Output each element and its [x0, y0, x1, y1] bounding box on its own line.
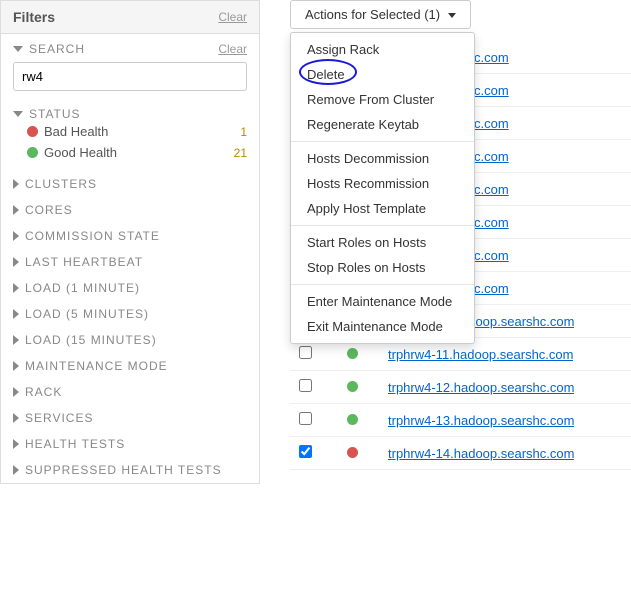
host-link[interactable]: trphrw4-12.hadoop.searshc.com: [388, 380, 574, 395]
filter-section-toggle[interactable]: LOAD (1 MINUTE): [1, 275, 259, 301]
filter-section-toggle[interactable]: LAST HEARTBEAT: [1, 249, 259, 275]
filters-header: Filters Clear: [1, 1, 259, 34]
chevron-right-icon: [13, 179, 19, 189]
chevron-right-icon: [13, 465, 19, 475]
dropdown-item-stop-roles-on-hosts[interactable]: Stop Roles on Hosts: [291, 255, 474, 280]
health-status-icon: [347, 447, 358, 458]
filter-section-label: RACK: [25, 385, 62, 399]
host-link[interactable]: trphrw4-14.hadoop.searshc.com: [388, 446, 574, 461]
chevron-right-icon: [13, 231, 19, 241]
filter-section-label: CORES: [25, 203, 73, 217]
status-item-label: Bad Health: [44, 124, 108, 139]
filter-section-label: MAINTENANCE MODE: [25, 359, 168, 373]
filter-section-toggle[interactable]: CORES: [1, 197, 259, 223]
filter-section-label: LOAD (1 MINUTE): [25, 281, 140, 295]
actions-button-label: Actions for Selected (1): [305, 7, 440, 22]
dropdown-divider: [291, 225, 474, 226]
filter-section-toggle[interactable]: HEALTH TESTS: [1, 431, 259, 457]
health-status-icon: [347, 381, 358, 392]
filter-section-toggle[interactable]: SERVICES: [1, 405, 259, 431]
dropdown-divider: [291, 284, 474, 285]
chevron-right-icon: [13, 205, 19, 215]
dropdown-item-assign-rack[interactable]: Assign Rack: [291, 37, 474, 62]
status-section-toggle[interactable]: STATUS: [13, 107, 247, 121]
chevron-right-icon: [13, 335, 19, 345]
caret-down-icon: [448, 13, 456, 18]
filter-section-label: SERVICES: [25, 411, 93, 425]
status-section: STATUS Bad Health 1 Good Health 21: [1, 99, 259, 171]
health-status-icon: [347, 348, 358, 359]
main-panel: Actions for Selected (1) Assign RackDele…: [260, 0, 631, 484]
table-row: trphrw4-12.hadoop.searshc.com: [290, 371, 631, 404]
filter-section-toggle[interactable]: SUPPRESSED HEALTH TESTS: [1, 457, 259, 483]
chevron-right-icon: [13, 309, 19, 319]
filter-section-toggle[interactable]: LOAD (15 MINUTES): [1, 327, 259, 353]
dropdown-item-remove-from-cluster[interactable]: Remove From Cluster: [291, 87, 474, 112]
table-row: trphrw4-14.hadoop.searshc.com: [290, 437, 631, 470]
host-link[interactable]: trphrw4-13.hadoop.searshc.com: [388, 413, 574, 428]
search-input[interactable]: [13, 62, 247, 91]
chevron-right-icon: [13, 413, 19, 423]
search-label: SEARCH: [29, 42, 85, 56]
dropdown-divider: [291, 141, 474, 142]
filter-section-toggle[interactable]: COMMISSION STATE: [1, 223, 259, 249]
search-section-toggle[interactable]: SEARCH: [13, 42, 85, 56]
dropdown-item-hosts-decommission[interactable]: Hosts Decommission: [291, 146, 474, 171]
chevron-right-icon: [13, 361, 19, 371]
dropdown-item-delete[interactable]: Delete: [291, 62, 474, 87]
host-link[interactable]: trphrw4-11.hadoop.searshc.com: [388, 347, 573, 362]
host-select-checkbox[interactable]: [299, 445, 312, 458]
filter-section-toggle[interactable]: RACK: [1, 379, 259, 405]
filter-section-label: LOAD (5 MINUTES): [25, 307, 149, 321]
clear-search-link[interactable]: Clear: [218, 42, 247, 56]
filter-section-label: LAST HEARTBEAT: [25, 255, 143, 269]
filter-section-label: HEALTH TESTS: [25, 437, 125, 451]
host-select-checkbox[interactable]: [299, 412, 312, 425]
search-section: SEARCH Clear: [1, 34, 259, 99]
actions-for-selected-button[interactable]: Actions for Selected (1): [290, 0, 471, 29]
filters-sidebar: Filters Clear SEARCH Clear STATUS Bad He…: [0, 0, 260, 484]
dropdown-item-regenerate-keytab[interactable]: Regenerate Keytab: [291, 112, 474, 137]
dropdown-item-exit-maintenance-mode[interactable]: Exit Maintenance Mode: [291, 314, 474, 339]
filter-section-toggle[interactable]: LOAD (5 MINUTES): [1, 301, 259, 327]
dropdown-item-enter-maintenance-mode[interactable]: Enter Maintenance Mode: [291, 289, 474, 314]
chevron-right-icon: [13, 439, 19, 449]
chevron-right-icon: [13, 283, 19, 293]
status-filter-item[interactable]: Good Health 21: [13, 142, 247, 163]
filter-section-label: CLUSTERS: [25, 177, 97, 191]
chevron-right-icon: [13, 387, 19, 397]
status-items: Bad Health 1 Good Health 21: [13, 121, 247, 163]
chevron-down-icon: [13, 46, 23, 52]
status-item-count: 1: [240, 125, 247, 139]
status-item-count: 21: [234, 146, 247, 160]
actions-dropdown-menu: Assign RackDeleteRemove From ClusterRege…: [290, 32, 475, 344]
table-row: trphrw4-13.hadoop.searshc.com: [290, 404, 631, 437]
status-label: STATUS: [29, 107, 81, 121]
dropdown-item-start-roles-on-hosts[interactable]: Start Roles on Hosts: [291, 230, 474, 255]
filter-section-label: SUPPRESSED HEALTH TESTS: [25, 463, 222, 477]
status-filter-item[interactable]: Bad Health 1: [13, 121, 247, 142]
status-dot-icon: [27, 147, 38, 158]
filters-title: Filters: [13, 9, 55, 25]
health-status-icon: [347, 414, 358, 425]
filter-section-label: COMMISSION STATE: [25, 229, 160, 243]
clear-all-link[interactable]: Clear: [218, 10, 247, 24]
filter-section-label: LOAD (15 MINUTES): [25, 333, 157, 347]
host-select-checkbox[interactable]: [299, 379, 312, 392]
chevron-down-icon: [13, 111, 23, 117]
host-select-checkbox[interactable]: [299, 346, 312, 359]
dropdown-item-apply-host-template[interactable]: Apply Host Template: [291, 196, 474, 221]
chevron-right-icon: [13, 257, 19, 267]
status-dot-icon: [27, 126, 38, 137]
status-item-label: Good Health: [44, 145, 117, 160]
filter-section-toggle[interactable]: MAINTENANCE MODE: [1, 353, 259, 379]
dropdown-item-hosts-recommission[interactable]: Hosts Recommission: [291, 171, 474, 196]
filter-section-toggle[interactable]: CLUSTERS: [1, 171, 259, 197]
